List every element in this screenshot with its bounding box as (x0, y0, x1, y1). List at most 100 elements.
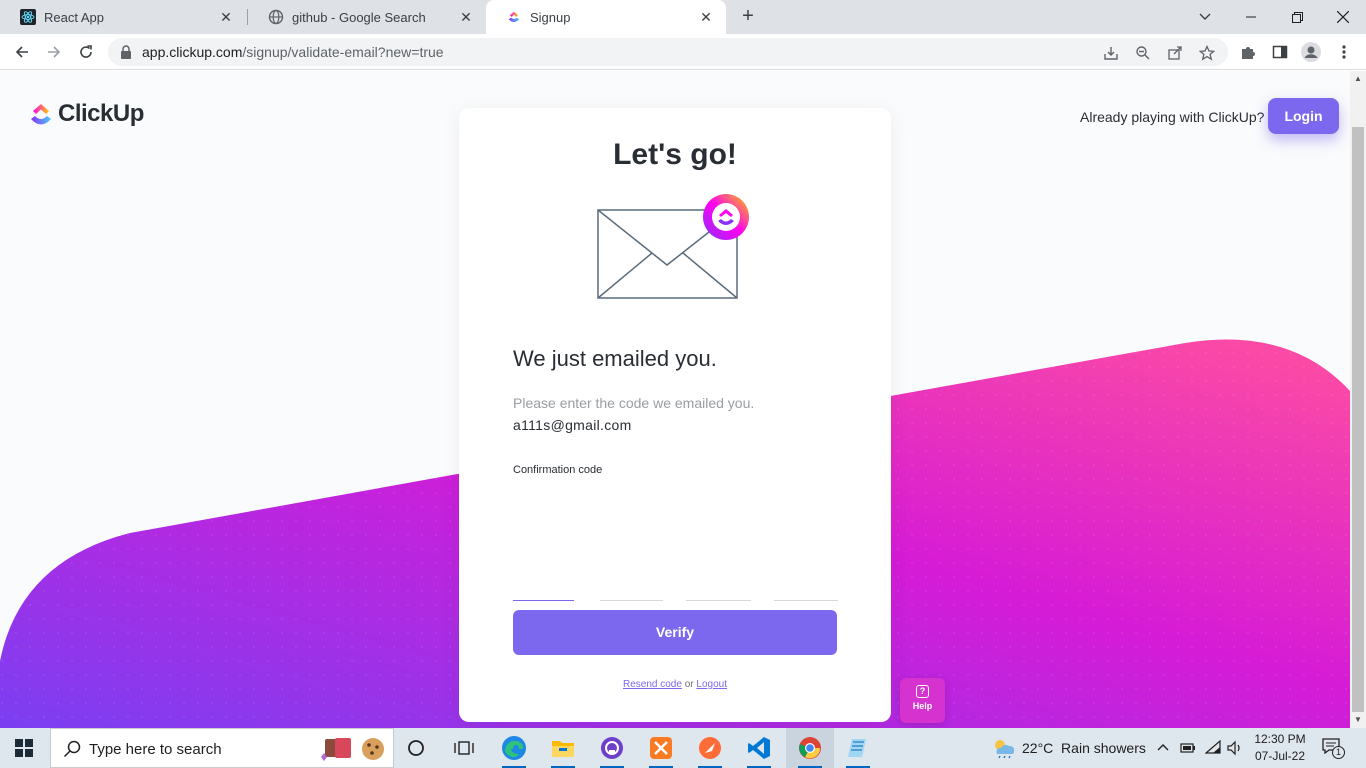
signup-page: ClickUp Already playing with ClickUp? Lo… (0, 71, 1350, 728)
tab-react-app[interactable]: React App ✕ (0, 0, 246, 34)
puzzle-icon (1242, 47, 1255, 59)
wifi-icon[interactable] (1205, 740, 1221, 754)
back-button[interactable] (10, 40, 34, 64)
code-digit-input-3[interactable] (686, 581, 751, 601)
tab-github-search[interactable]: github - Google Search ✕ (248, 0, 486, 34)
verify-button[interactable]: Verify (513, 610, 837, 655)
notifications-button[interactable]: 1 (1322, 738, 1346, 760)
tab-search-button[interactable] (1182, 0, 1228, 34)
url-text: app.clickup.com/signup/validate-email?ne… (142, 44, 444, 60)
notepad-icon (848, 739, 866, 757)
volume-icon[interactable] (1227, 740, 1243, 756)
task-view-button[interactable] (449, 733, 479, 763)
restore-button[interactable] (1274, 0, 1320, 34)
clickup-logo[interactable]: ClickUp (30, 100, 144, 128)
chevron-up-icon[interactable] (1157, 743, 1169, 751)
react-icon (20, 9, 36, 25)
forward-button[interactable] (42, 40, 66, 64)
help-button[interactable]: ? Help (900, 678, 945, 723)
code-digit-input-4[interactable] (774, 581, 838, 601)
email-sent-heading: We just emailed you. (513, 346, 717, 371)
card-title: Let's go! (613, 138, 737, 171)
chrome-app[interactable] (795, 733, 825, 768)
scroll-thumb[interactable] (1352, 127, 1364, 712)
install-icon (1104, 47, 1118, 60)
user-email: a111s@gmail.com (513, 417, 632, 433)
system-clock[interactable]: 12:30 PM 07-Jul-22 (1250, 731, 1310, 765)
tab-signup[interactable]: Signup ✕ (486, 0, 726, 34)
confirmation-code-label: Confirmation code (513, 464, 603, 476)
edge-app[interactable] (499, 733, 529, 768)
lock-icon (121, 45, 131, 59)
close-icon[interactable]: ✕ (698, 9, 714, 25)
vscode-app[interactable] (744, 733, 774, 768)
minimize-icon (1246, 16, 1256, 18)
extensions-button[interactable] (1238, 42, 1258, 62)
logout-link[interactable]: Logout (696, 679, 727, 690)
close-icon[interactable]: ✕ (458, 9, 474, 25)
cortana-button[interactable] (401, 733, 431, 763)
tab-title: github - Google Search (292, 9, 426, 25)
star-icon (1199, 45, 1215, 61)
folder-icon (552, 741, 574, 757)
install-app-button[interactable] (1102, 44, 1120, 62)
address-bar[interactable]: app.clickup.com/signup/validate-email?ne… (108, 38, 1228, 66)
secondary-links: Resend code or Logout (459, 679, 891, 690)
clickup-logo-icon (31, 104, 51, 125)
envelope-illustration (597, 194, 749, 299)
minimize-button[interactable] (1228, 0, 1274, 34)
reload-button[interactable] (74, 40, 98, 64)
windows-logo-icon (15, 739, 33, 757)
side-panel-button[interactable] (1270, 42, 1290, 62)
postman-icon (699, 737, 721, 759)
task-view-icon (454, 741, 474, 755)
taskbar-search[interactable]: Type here to search (50, 728, 394, 768)
battery-icon[interactable] (1180, 742, 1196, 754)
globe-icon (268, 9, 284, 25)
profile-button[interactable] (1301, 42, 1321, 62)
or-text: or (684, 679, 694, 690)
url-host: app.clickup.com (142, 44, 243, 60)
github-desktop-app[interactable] (597, 733, 627, 768)
url-path: /signup/validate-email?new=true (242, 44, 444, 60)
postman-app[interactable] (695, 733, 725, 768)
vscode-icon (748, 737, 770, 759)
github-icon (601, 737, 623, 759)
page-scrollbar[interactable]: ▲ ▼ (1350, 71, 1366, 728)
login-button[interactable]: Login (1268, 98, 1339, 134)
share-button[interactable] (1166, 44, 1184, 62)
chrome-icon (799, 737, 821, 759)
close-window-button[interactable] (1320, 0, 1366, 34)
resend-code-link[interactable]: Resend code (623, 679, 682, 690)
xampp-app[interactable] (646, 733, 676, 768)
restore-icon (1291, 11, 1303, 23)
close-icon[interactable]: ✕ (218, 9, 234, 25)
new-tab-button[interactable]: + (736, 5, 760, 29)
tab-strip: React App ✕ github - Google Search ✕ Sig… (0, 0, 1366, 34)
zoom-button[interactable] (1134, 44, 1152, 62)
weather-text[interactable]: 22°C Rain showers (1022, 740, 1146, 756)
windows-taskbar: Type here to search 22°C Rain showers 12… (0, 728, 1366, 768)
tab-title: Signup (530, 9, 571, 25)
clock-date: 07-Jul-22 (1254, 749, 1306, 763)
instructions-text: Please enter the code we emailed you. (513, 395, 755, 411)
clickup-logo-icon (506, 9, 522, 25)
code-digit-input-2[interactable] (600, 581, 663, 601)
search-placeholder: Type here to search (89, 741, 222, 758)
scroll-down-icon[interactable]: ▼ (1350, 712, 1366, 728)
scroll-up-icon[interactable]: ▲ (1350, 71, 1366, 87)
menu-button[interactable] (1334, 42, 1354, 62)
verify-email-card: Let's go! We just emailed you. Please en… (459, 108, 891, 722)
xampp-icon (650, 737, 672, 759)
file-explorer-app[interactable] (548, 733, 578, 768)
close-icon (1337, 11, 1349, 23)
code-digit-input-1[interactable] (513, 581, 574, 601)
help-label: Help (912, 701, 933, 711)
notification-count-badge: 1 (1332, 746, 1345, 759)
start-button[interactable] (0, 728, 48, 768)
reload-icon (80, 45, 92, 58)
arrow-right-icon (48, 46, 61, 58)
bookmark-button[interactable] (1198, 44, 1216, 62)
notepad-app[interactable] (843, 733, 873, 768)
zoom-out-icon (1136, 46, 1150, 60)
